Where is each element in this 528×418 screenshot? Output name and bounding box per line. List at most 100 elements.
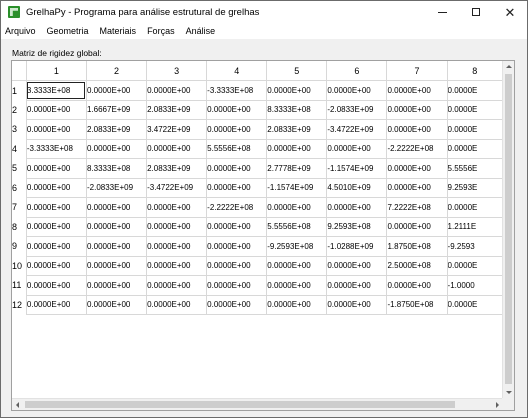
matrix-cell[interactable]: 0.0000E (447, 197, 503, 218)
matrix-cell[interactable]: 9.2593E (447, 178, 503, 198)
matrix-cell[interactable]: 0.0000E+00 (26, 256, 87, 276)
scroll-left-icon[interactable] (16, 402, 19, 408)
row-header[interactable]: 10 (12, 256, 27, 276)
matrix-cell[interactable]: 0.0000E+00 (26, 217, 87, 237)
matrix-cell[interactable]: 0.0000E+00 (206, 217, 268, 237)
row-header[interactable]: 7 (12, 197, 27, 217)
scroll-down-icon[interactable] (506, 391, 512, 394)
matrix-cell[interactable]: 0.0000E+00 (146, 197, 208, 218)
matrix-cell[interactable]: 0.0000E (447, 139, 503, 159)
matrix-cell[interactable]: 1.6667E+09 (86, 100, 148, 120)
matrix-cell[interactable]: 0.0000E+00 (26, 236, 87, 257)
matrix-cell[interactable]: 0.0000E (447, 256, 503, 276)
column-header[interactable]: 2 (86, 61, 148, 81)
row-header[interactable]: 11 (12, 275, 27, 295)
matrix-cell[interactable]: 0.0000E+00 (326, 275, 388, 296)
row-header[interactable]: 2 (12, 100, 27, 120)
matrix-cell[interactable]: 0.0000E (447, 80, 503, 101)
matrix-cell[interactable]: 0.0000E+00 (386, 100, 448, 120)
matrix-cell[interactable]: 8.3333E+08 (86, 158, 148, 179)
matrix-cell[interactable]: 0.0000E+00 (266, 275, 328, 296)
matrix-cell[interactable]: 0.0000E+00 (146, 295, 208, 315)
matrix-cell[interactable]: 0.0000E+00 (326, 80, 388, 101)
matrix-cell[interactable]: 0.0000E+00 (266, 80, 328, 101)
matrix-cell[interactable]: 0.0000E+00 (86, 295, 148, 315)
column-header[interactable]: 4 (206, 61, 268, 81)
matrix-cell[interactable]: -1.1574E+09 (266, 178, 328, 198)
matrix-cell[interactable]: 0.0000E+00 (86, 197, 148, 218)
matrix-cell[interactable]: -3.3333E+08 (26, 139, 87, 159)
matrix-cell[interactable]: 5.5556E+08 (266, 217, 328, 237)
matrix-cell[interactable]: 0.0000E+00 (146, 139, 208, 159)
matrix-cell[interactable]: 0.0000E+00 (146, 236, 208, 257)
matrix-cell[interactable]: 0.0000E+00 (86, 275, 148, 296)
menu-forcas[interactable]: Forças (147, 26, 175, 36)
matrix-cell[interactable]: 0.0000E+00 (86, 80, 148, 101)
matrix-cell[interactable]: 0.0000E+00 (266, 139, 328, 159)
matrix-cell[interactable]: 0.0000E+00 (146, 256, 208, 276)
column-header[interactable]: 3 (146, 61, 208, 81)
menu-materiais[interactable]: Materiais (100, 26, 137, 36)
column-header[interactable]: 5 (266, 61, 328, 81)
matrix-cell[interactable]: 0.0000E+00 (266, 256, 328, 276)
vertical-scrollbar[interactable] (502, 61, 514, 398)
matrix-cell[interactable]: 0.0000E+00 (146, 275, 208, 296)
matrix-cell[interactable]: 2.0833E+09 (86, 119, 148, 140)
matrix-cell[interactable]: -1.1574E+09 (326, 158, 388, 179)
matrix-cell[interactable]: 2.5000E+08 (386, 256, 448, 276)
title-bar[interactable]: GrelhaPy - Programa para análise estrutu… (1, 1, 527, 23)
matrix-cell[interactable]: 0.0000E+00 (146, 80, 208, 101)
column-header[interactable]: 8 (447, 61, 503, 81)
matrix-cell[interactable]: 2.0833E+09 (146, 158, 208, 179)
matrix-cell[interactable]: 8.3333E+08 (266, 100, 328, 120)
matrix-cell[interactable]: 3.4722E+09 (146, 119, 208, 140)
matrix-cell[interactable]: 0.0000E+00 (26, 100, 87, 120)
horizontal-scroll-thumb[interactable] (25, 401, 455, 408)
matrix-cell[interactable]: 0.0000E+00 (86, 256, 148, 276)
matrix-cell[interactable]: 7.2222E+08 (386, 197, 448, 218)
matrix-cell[interactable]: 0.0000E (447, 100, 503, 120)
matrix-cell[interactable]: 0.0000E+00 (26, 158, 87, 179)
row-header[interactable]: 5 (12, 158, 27, 178)
matrix-cell[interactable]: 0.0000E+00 (206, 158, 268, 179)
matrix-cell[interactable]: -2.0833E+09 (86, 178, 148, 198)
matrix-cell[interactable]: 0.0000E+00 (386, 119, 448, 140)
matrix-cell[interactable]: 0.0000E+00 (206, 295, 268, 315)
matrix-cell[interactable]: 0.0000E+00 (206, 178, 268, 198)
matrix-cell[interactable]: 0.0000E+00 (326, 295, 388, 315)
matrix-cell[interactable]: 5.5556E (447, 158, 503, 179)
matrix-cell[interactable]: 0.0000E+00 (206, 119, 268, 140)
matrix-cell[interactable]: 0.0000E+00 (206, 236, 268, 257)
matrix-cell[interactable]: 0.0000E+00 (26, 275, 87, 296)
matrix-cell[interactable]: 0.0000E (447, 119, 503, 140)
row-header[interactable]: 6 (12, 178, 27, 198)
matrix-cell[interactable]: 1.2111E (447, 217, 503, 237)
matrix-cell[interactable]: -2.2222E+08 (386, 139, 448, 159)
matrix-cell[interactable]: -3.3333E+08 (206, 80, 268, 101)
matrix-cell[interactable]: -3.4722E+09 (146, 178, 208, 198)
matrix-cell[interactable]: 5.5556E+08 (206, 139, 268, 159)
matrix-cell[interactable]: 0.0000E+00 (386, 275, 448, 296)
matrix-cell[interactable]: 3.3333E+08 (26, 80, 87, 101)
matrix-cell[interactable]: 0.0000E+00 (326, 139, 388, 159)
matrix-cell[interactable]: -2.2222E+08 (206, 197, 268, 218)
close-button[interactable]: ✕ (493, 1, 527, 23)
corner-button[interactable] (12, 61, 27, 81)
matrix-cell[interactable]: -1.8750E+08 (386, 295, 448, 315)
matrix-cell[interactable]: -3.4722E+09 (326, 119, 388, 140)
column-header[interactable]: 7 (386, 61, 448, 81)
row-header[interactable]: 4 (12, 139, 27, 159)
matrix-cell[interactable]: 0.0000E+00 (86, 217, 148, 237)
matrix-cell[interactable]: 0.0000E+00 (206, 256, 268, 276)
maximize-button[interactable] (459, 1, 493, 23)
horizontal-scrollbar[interactable] (12, 398, 503, 410)
matrix-cell[interactable]: 0.0000E+00 (266, 197, 328, 218)
column-header[interactable]: 1 (26, 61, 87, 81)
matrix-cell[interactable]: 1.8750E+08 (386, 236, 448, 257)
matrix-cell[interactable]: -9.2593 (447, 236, 503, 257)
matrix-cell[interactable]: 0.0000E+00 (26, 197, 87, 218)
matrix-cell[interactable]: 0.0000E+00 (146, 217, 208, 237)
matrix-cell[interactable]: -1.0288E+09 (326, 236, 388, 257)
matrix-cell[interactable]: 0.0000E+00 (206, 100, 268, 120)
vertical-scroll-thumb[interactable] (505, 74, 512, 384)
